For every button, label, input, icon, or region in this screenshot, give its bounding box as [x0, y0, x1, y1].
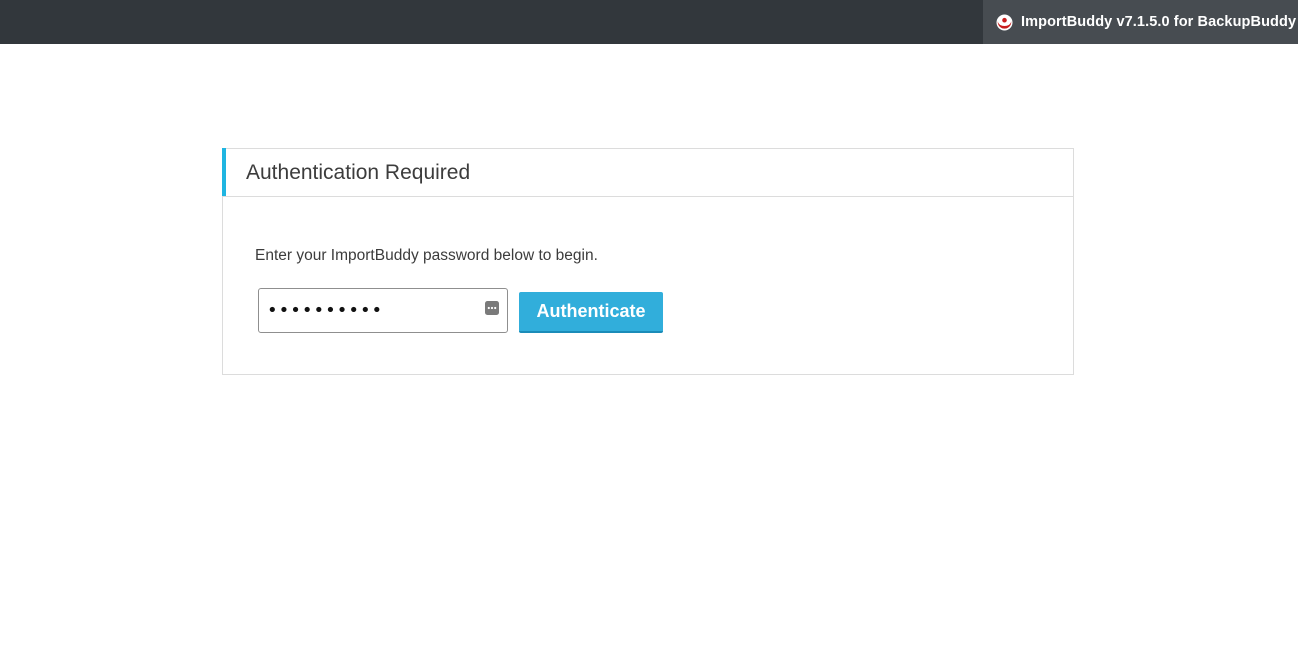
- authentication-panel: Authentication Required Enter your Impor…: [222, 148, 1074, 375]
- instructions-text: Enter your ImportBuddy password below to…: [255, 247, 598, 264]
- password-field[interactable]: [258, 288, 508, 333]
- panel-accent-bar: [222, 148, 226, 196]
- password-input[interactable]: [259, 289, 481, 332]
- top-bar: ImportBuddy v7.1.5.0 for BackupBuddy: [0, 0, 1298, 44]
- brand-title: ImportBuddy v7.1.5.0 for BackupBuddy: [1021, 14, 1297, 30]
- panel-header: Authentication Required: [222, 148, 1073, 197]
- brand-link[interactable]: ImportBuddy v7.1.5.0 for BackupBuddy: [983, 0, 1298, 44]
- panel-title: Authentication Required: [246, 161, 471, 184]
- authenticate-button[interactable]: Authenticate: [519, 292, 663, 333]
- password-autofill-icon[interactable]: [485, 301, 499, 315]
- importbuddy-logo-icon: [996, 14, 1013, 30]
